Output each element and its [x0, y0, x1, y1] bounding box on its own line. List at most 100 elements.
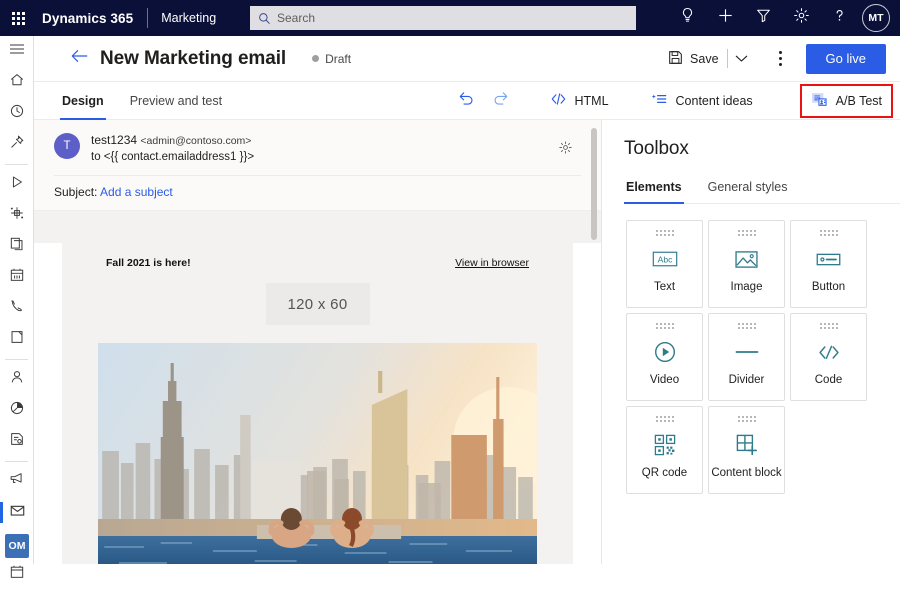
sidebar-item-campaigns[interactable]	[0, 466, 34, 497]
toolbox-tile-code[interactable]: Code	[790, 313, 867, 401]
brand-dynamics-365[interactable]: Dynamics 365	[42, 11, 133, 26]
content-ideas-button[interactable]: Content ideas	[643, 87, 761, 115]
sidebar-item-segments[interactable]	[0, 200, 34, 231]
status-label: Draft	[325, 51, 352, 66]
help-button[interactable]	[820, 0, 858, 36]
editor-scrollbar[interactable]	[591, 128, 597, 548]
search-input[interactable]	[277, 11, 628, 25]
hero-image[interactable]	[98, 343, 537, 564]
filter-button[interactable]	[744, 0, 782, 36]
sidebar-item-home[interactable]	[0, 67, 34, 98]
button-icon	[816, 246, 841, 272]
tab-design[interactable]: Design	[60, 82, 106, 120]
tab-preview-and-test[interactable]: Preview and test	[128, 82, 224, 120]
canvas-gap	[34, 211, 601, 244]
hero-image-block[interactable]	[98, 343, 537, 564]
toolbox-tile-content-block[interactable]: Content block	[708, 406, 785, 494]
pin-icon	[9, 134, 25, 155]
editor-scrollbar-thumb[interactable]	[591, 128, 597, 240]
toolbox-tile-label: Content block	[711, 467, 782, 479]
save-button[interactable]: Save	[660, 44, 725, 74]
email-settings-button[interactable]	[558, 140, 573, 160]
sender-details: test1234 <admin@contoso.com> to <{{ cont…	[91, 132, 254, 166]
add-subject-link[interactable]: Add a subject	[100, 185, 173, 199]
toolbox-tile-button[interactable]: Button	[790, 220, 867, 308]
toolbox-tile-text[interactable]: Abc Text	[626, 220, 703, 308]
sidebar-item-customer-journeys[interactable]	[0, 169, 34, 200]
lightbulb-icon	[679, 7, 696, 29]
sidebar-item-insights[interactable]	[0, 395, 34, 426]
person-icon	[9, 369, 25, 390]
sidebar-item-marketing-forms[interactable]	[0, 426, 34, 457]
drag-handle-icon[interactable]	[655, 230, 674, 236]
sidebar-item-marketing-emails[interactable]	[0, 497, 34, 528]
home-icon	[9, 72, 25, 93]
drag-handle-icon[interactable]	[655, 416, 674, 422]
pages-icon	[9, 236, 25, 257]
tab-general-styles[interactable]: General styles	[706, 174, 790, 203]
app-launcher-button[interactable]	[0, 0, 36, 36]
html-button[interactable]: HTML	[542, 87, 617, 115]
toolbox-tile-video[interactable]: Video	[626, 313, 703, 401]
push-notification-icon	[9, 329, 25, 350]
sidebar-item-marketing-pages[interactable]	[0, 231, 34, 262]
chevron-down-icon	[735, 50, 748, 68]
drag-handle-icon[interactable]	[655, 323, 674, 329]
toolbox-tabs: Elements General styles	[624, 174, 900, 204]
save-options-button[interactable]	[730, 46, 754, 72]
app-name-marketing[interactable]: Marketing	[161, 11, 216, 25]
toolbox-tile-divider[interactable]: Divider	[708, 313, 785, 401]
undo-button[interactable]	[452, 86, 482, 116]
drag-handle-icon[interactable]	[737, 416, 756, 422]
content-ideas-icon	[651, 92, 668, 109]
sidebar-item-push-notifications[interactable]	[0, 324, 34, 355]
sidebar-item-voice-calls[interactable]	[0, 293, 34, 324]
pie-chart-icon	[9, 400, 25, 421]
global-search[interactable]	[250, 6, 636, 30]
play-triangle-icon	[9, 174, 25, 195]
command-bar-actions: Save Go live	[660, 43, 900, 74]
megaphone-icon	[9, 471, 25, 492]
clock-icon	[9, 103, 25, 124]
environment-badge[interactable]: OM	[5, 534, 29, 558]
logo-placeholder[interactable]: 120 x 60	[265, 283, 370, 326]
go-live-button[interactable]: Go live	[805, 43, 886, 74]
rail-divider-2	[5, 359, 28, 360]
ab-test-button[interactable]: A/B Test	[799, 83, 894, 118]
filter-icon	[755, 7, 772, 29]
toolbox-elements-grid: Abc Text Image Button Video Divider Code…	[602, 204, 900, 494]
search-icon	[258, 12, 271, 25]
drag-handle-icon[interactable]	[819, 323, 838, 329]
view-in-browser-link[interactable]: View in browser	[455, 257, 529, 269]
preheader-text[interactable]: Fall 2021 is here!	[106, 257, 191, 269]
rail-divider-1	[5, 164, 28, 165]
video-play-icon	[654, 339, 676, 365]
drag-handle-icon[interactable]	[737, 230, 756, 236]
email-subject-row[interactable]: Subject: Add a subject	[34, 176, 601, 210]
new-record-button[interactable]	[706, 0, 744, 36]
drag-handle-icon[interactable]	[737, 323, 756, 329]
toolbox-tile-qr-code[interactable]: QR code	[626, 406, 703, 494]
sidebar-item-events[interactable]	[0, 262, 34, 293]
content-block-icon	[736, 432, 758, 458]
tab-elements[interactable]: Elements	[624, 174, 684, 204]
back-button[interactable]	[62, 42, 96, 76]
status-dot-icon	[312, 55, 320, 62]
user-avatar[interactable]: MT	[862, 4, 890, 32]
more-commands-button[interactable]	[766, 45, 796, 73]
editor-toolbar: Design Preview and test HTML Content ide…	[34, 82, 900, 120]
redo-button[interactable]	[486, 86, 516, 116]
email-editor-canvas: T test1234 <admin@contoso.com> to <{{ co…	[34, 120, 602, 564]
toolbox-panel: Toolbox Elements General styles Abc Text…	[602, 120, 900, 564]
toolbox-tile-image[interactable]: Image	[708, 220, 785, 308]
sidebar-item-contacts[interactable]	[0, 364, 34, 395]
settings-button[interactable]	[782, 0, 820, 36]
sidebar-item-pinned[interactable]	[0, 129, 34, 160]
segments-icon	[9, 205, 25, 226]
sidebar-item-recent[interactable]	[0, 98, 34, 129]
email-body[interactable]: Fall 2021 is here! View in browser 120 x…	[62, 243, 573, 564]
qr-code-icon	[654, 432, 676, 458]
lightbulb-button[interactable]	[668, 0, 706, 36]
sidebar-item-hamburger-menu[interactable]	[0, 36, 34, 67]
drag-handle-icon[interactable]	[819, 230, 838, 236]
